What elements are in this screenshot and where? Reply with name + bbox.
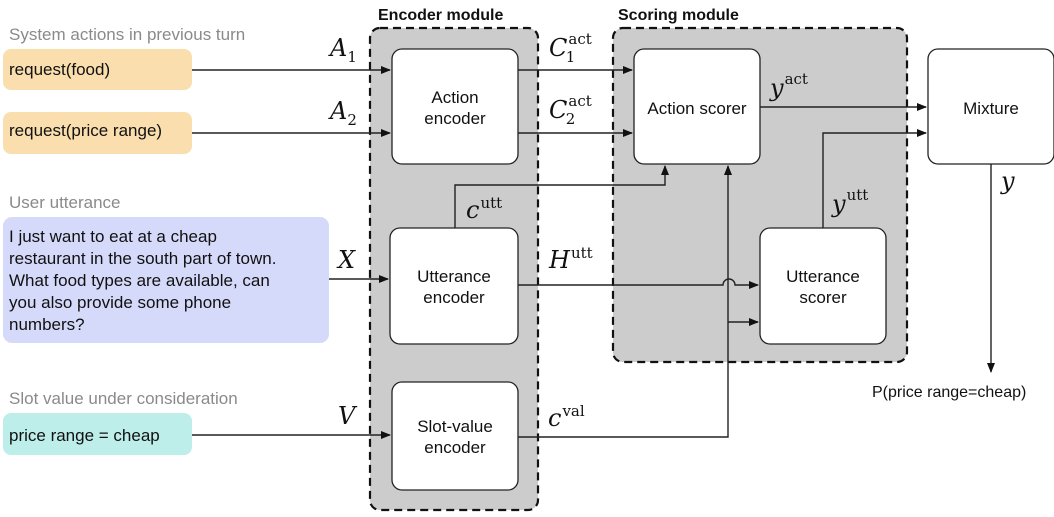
label-c1act: Cact 1 [549, 30, 592, 66]
slot-value-encoder-box: Slot-value encoder [391, 381, 519, 491]
encoder-module-title: Encoder module [378, 7, 503, 24]
section-label-slot-value: Slot value under consideration [9, 389, 238, 408]
utterance-encoder-box: Utterance encoder [389, 227, 519, 345]
label-c2act: Cact 2 [549, 92, 592, 128]
diagram-canvas: Encoder module Scoring module System act… [3, 7, 1054, 512]
input-action-2: request(price range) [3, 112, 192, 154]
label-y: y [1000, 167, 1015, 195]
action-encoder-label: Action [431, 88, 478, 107]
scoring-module-title: Scoring module [618, 7, 739, 24]
section-label-user-utterance: User utterance [9, 193, 121, 212]
utterance-encoder-label: encoder [423, 288, 485, 307]
input-slot-value: price range = cheap [3, 413, 192, 455]
action-encoder-box: Action encoder [391, 48, 519, 165]
action-scorer-box: Action scorer [633, 48, 761, 165]
utterance-scorer-label: Utterance [786, 267, 860, 286]
mixture-box: Mixture [927, 48, 1054, 165]
slot-value-encoder-label: encoder [424, 438, 486, 457]
utterance-line: numbers? [9, 315, 85, 334]
label-a1: A1 [328, 34, 357, 66]
slot-value-encoder-label: Slot-value [417, 417, 493, 436]
utterance-scorer-label: scorer [799, 288, 847, 307]
utterance-line: What food types are available, can [9, 271, 270, 290]
utterance-encoder-label: Utterance [417, 267, 491, 286]
label-v: V [338, 402, 358, 430]
output-probability: P(price range=cheap) [872, 384, 1026, 401]
label-cval: cval [548, 402, 585, 432]
utterance-line: I just want to eat at a cheap [9, 227, 217, 246]
input-utterance: I just want to eat at a cheap restaurant… [3, 217, 329, 343]
label-a2: A2 [328, 97, 357, 129]
input-action-2-text: request(price range) [9, 121, 162, 140]
label-x: X [336, 246, 356, 274]
mixture-label: Mixture [963, 99, 1019, 118]
utterance-scorer-box: Utterance scorer [759, 227, 887, 345]
input-slot-value-text: price range = cheap [9, 426, 160, 445]
action-scorer-label: Action scorer [647, 99, 747, 118]
input-action-1: request(food) [3, 49, 192, 90]
input-action-1-text: request(food) [9, 60, 110, 79]
section-label-system-actions: System actions in previous turn [9, 25, 245, 44]
action-encoder-label: encoder [424, 109, 486, 128]
label-hutt: Hutt [548, 244, 593, 274]
utterance-line: you also provide some phone [9, 293, 231, 312]
utterance-line: restaurant in the south part of town. [9, 249, 276, 268]
